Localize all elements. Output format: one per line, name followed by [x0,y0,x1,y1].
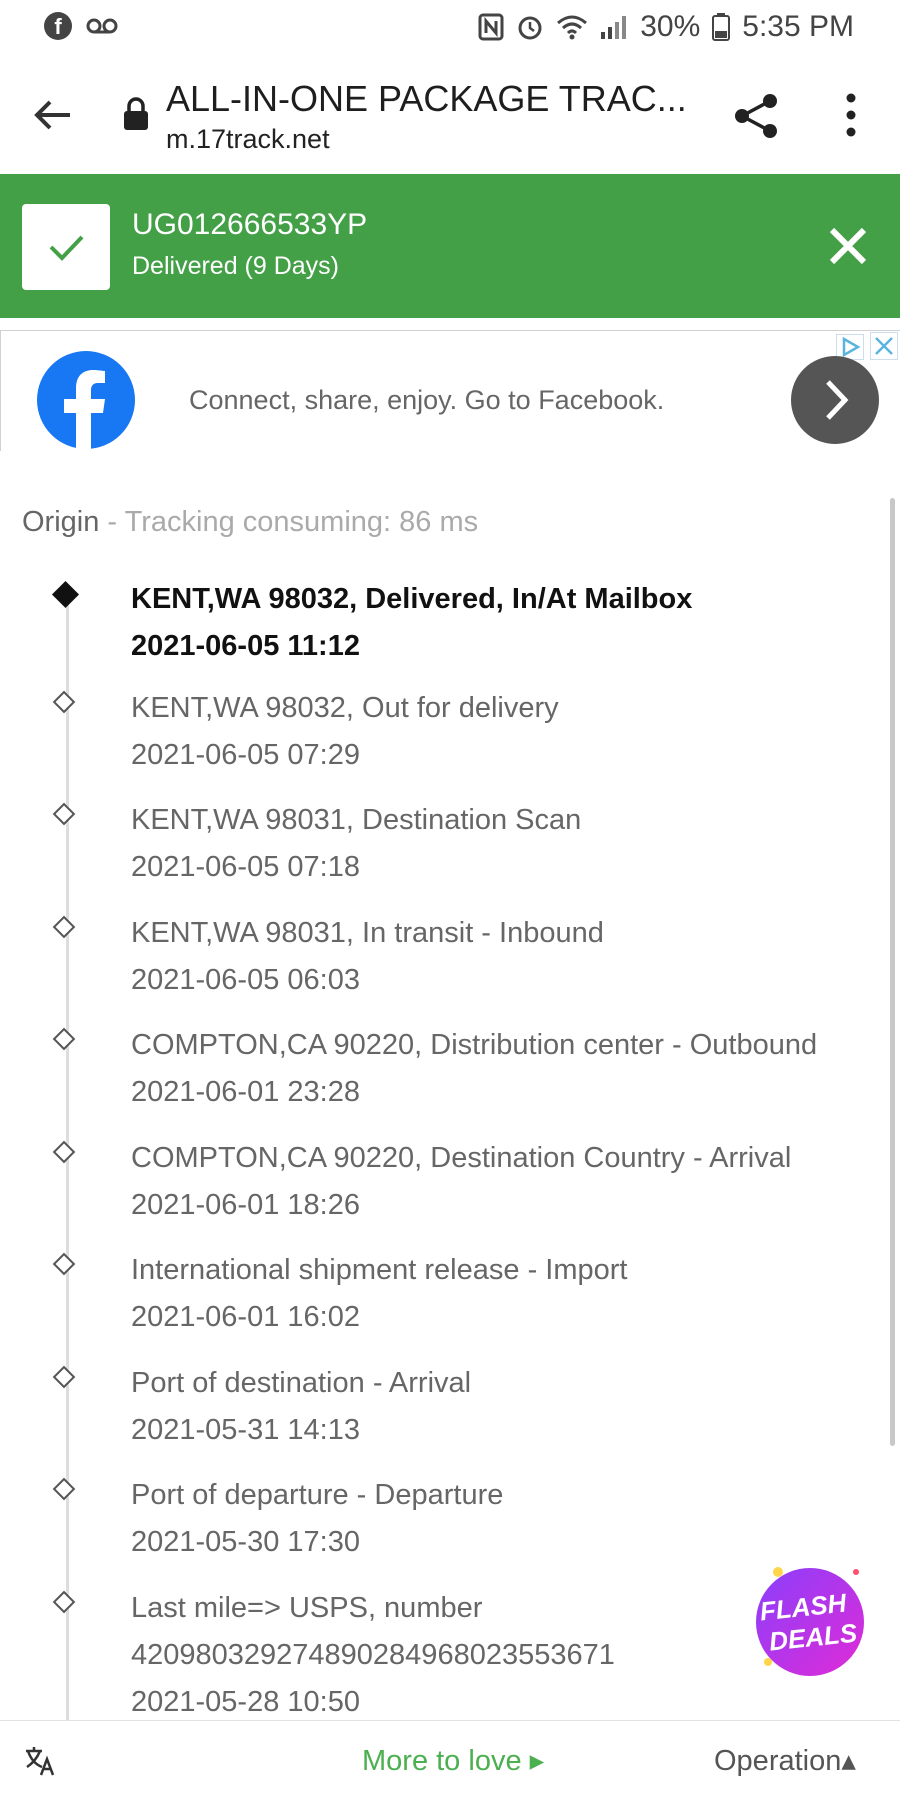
page-url[interactable]: m.17track.net [166,124,330,155]
event-time: 2021-06-05 11:12 [131,630,360,662]
event-description: Port of destination - Arrival [131,1367,472,1399]
ad-banner[interactable]: Connect, share, enjoy. Go to Facebook. [0,330,900,451]
timeline-marker-filled-icon [52,581,79,608]
signal-icon [601,16,627,39]
timeline-marker-icon [52,1027,76,1051]
timeline-marker-icon [52,1477,76,1501]
chevron-right-icon [826,380,849,420]
battery-percent: 30% [640,10,701,43]
timeline-marker-icon [52,1590,76,1614]
event-time: 2021-05-28 10:50 [131,1686,360,1718]
ad-arrow-button[interactable] [791,356,879,444]
nfc-icon [478,13,504,41]
event-time: 2021-06-01 16:02 [131,1301,360,1333]
facebook-icon: f [44,12,72,40]
event-description: Port of departure - Departure [131,1479,504,1511]
tracking-consuming: Tracking consuming: 86 ms [124,506,479,538]
scrollbar[interactable] [890,498,895,1446]
origin-separator: - [99,506,125,538]
event-description: COMPTON,CA 90220, Distribution center - … [131,1029,818,1061]
event-time: 2021-06-05 06:03 [131,964,360,996]
translate-icon[interactable] [24,1745,56,1777]
event-time: 2021-06-05 07:18 [131,851,360,883]
voicemail-icon [86,18,118,34]
timeline-marker-icon [52,690,76,714]
timeline-line [66,600,69,1722]
lock-icon [124,97,148,130]
status-right: 30% 5:35 PM [478,10,854,44]
event-time: 2021-05-30 17:30 [131,1526,360,1558]
share-icon[interactable] [732,92,780,140]
event-time: 2021-06-01 23:28 [131,1076,360,1108]
more-to-love-link[interactable]: More to love ▸ [362,1743,544,1778]
battery-icon [712,13,731,41]
browser-toolbar: ALL-IN-ONE PACKAGE TRAC... m.17track.net [0,54,900,174]
alarm-icon [518,16,542,40]
event-time: 2021-06-05 07:29 [131,739,360,771]
event-description: KENT,WA 98032, Out for delivery [131,692,559,724]
back-arrow-icon[interactable] [30,92,76,138]
operation-button[interactable]: Operation▴ [714,1743,856,1778]
ad-text[interactable]: Connect, share, enjoy. Go to Facebook. [189,385,664,416]
timeline-marker-icon [52,1365,76,1389]
event-description: International shipment release - Import [131,1254,628,1286]
delivery-status: Delivered (9 Days) [132,252,340,280]
event-description: KENT,WA 98031, Destination Scan [131,804,582,836]
clock: 5:35 PM [742,10,854,43]
bottom-bar: More to love ▸ Operation▴ [0,1720,900,1801]
event-description: KENT,WA 98032, Delivered, In/At Mailbox [131,583,693,615]
check-icon [49,235,84,261]
facebook-logo-icon [37,351,135,449]
wifi-icon [557,15,588,40]
origin-header: Origin - Tracking consuming: 86 ms [22,506,478,539]
status-left: f [44,12,118,40]
flash-deals-button[interactable]: FLASH DEALS [744,1562,872,1680]
page-title[interactable]: ALL-IN-ONE PACKAGE TRAC... [166,78,687,120]
more-options-icon[interactable] [836,90,866,140]
timeline-marker-icon [52,1140,76,1164]
event-time: 2021-06-01 18:26 [131,1189,360,1221]
timeline-marker-icon [52,915,76,939]
tracking-number: UG012666533YP [132,208,368,241]
event-tracking-number: 420980329274890284968023553671 [131,1639,615,1671]
timeline-marker-icon [52,1252,76,1276]
origin-label: Origin [22,506,100,538]
event-description: COMPTON,CA 90220, Destination Country - … [131,1142,792,1174]
event-time: 2021-05-31 14:13 [131,1414,360,1446]
status-check-box [22,204,110,290]
status-bar: f 30% 5:35 PM [0,0,900,54]
event-description: Last mile=> USPS, number [131,1592,483,1624]
delivered-banner: UG012666533YP Delivered (9 Days) [0,174,900,318]
timeline-marker-icon [52,802,76,826]
close-icon[interactable] [826,224,870,268]
event-description: KENT,WA 98031, In transit - Inbound [131,917,604,949]
